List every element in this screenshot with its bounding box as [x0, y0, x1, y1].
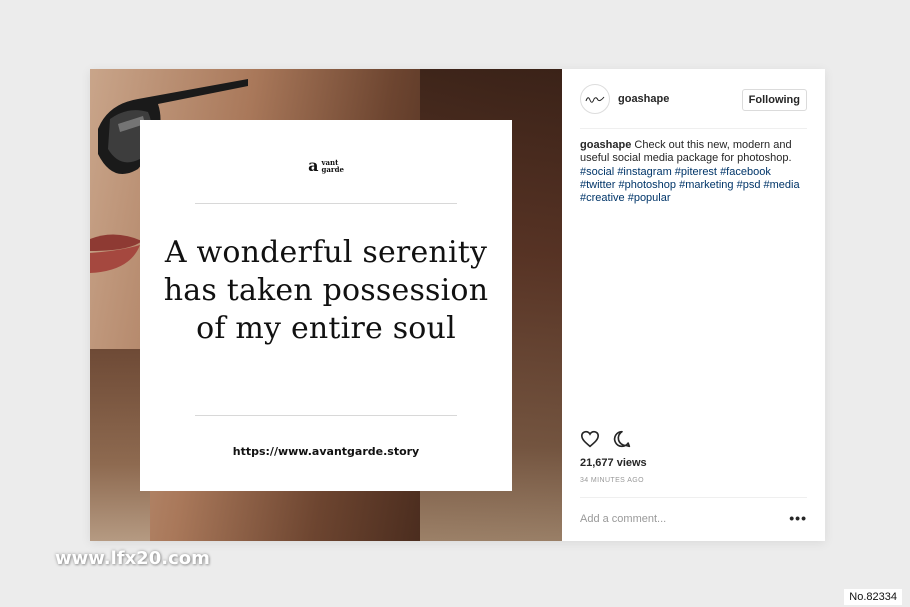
- hashtag[interactable]: #facebook: [720, 166, 771, 178]
- brand-logo: a vant garde: [140, 156, 512, 175]
- website-url: https://www.avantgarde.story: [232, 445, 420, 458]
- action-bar: [580, 430, 632, 448]
- hashtag[interactable]: #instagram: [617, 166, 671, 178]
- add-comment-input[interactable]: [580, 513, 760, 525]
- hashtag[interactable]: #psd: [737, 179, 761, 191]
- divider-bottom: [195, 415, 457, 416]
- post-card: a vant garde A wonderful serenity has ta…: [90, 69, 825, 541]
- hashtag[interactable]: #creative: [580, 192, 625, 204]
- more-dots-icon[interactable]: •••: [789, 510, 807, 526]
- post-caption: goashape Check out this new, modern and …: [580, 139, 808, 205]
- comment-bubble-icon[interactable]: [612, 430, 632, 448]
- post-header: goashape Following: [580, 83, 807, 129]
- following-button[interactable]: Following: [741, 89, 807, 111]
- username[interactable]: goashape: [618, 93, 669, 105]
- item-number-badge: No.82334: [844, 589, 902, 605]
- hashtag[interactable]: #media: [764, 179, 800, 191]
- quote-text: A wonderful serenity has taken possessio…: [163, 235, 489, 346]
- post-timestamp: 34 MINUTES AGO: [580, 477, 644, 484]
- watermark: www.lfx20.com: [55, 548, 210, 569]
- hashtag[interactable]: #piterest: [675, 166, 717, 178]
- hashtag[interactable]: #photoshop: [619, 179, 677, 191]
- signature-logo-icon: [585, 96, 605, 103]
- post-image[interactable]: a vant garde A wonderful serenity has ta…: [90, 69, 562, 541]
- caption-username[interactable]: goashape: [580, 139, 631, 151]
- hashtag[interactable]: #social: [580, 166, 614, 178]
- views-count[interactable]: 21,677 views: [580, 457, 647, 469]
- hashtag[interactable]: #twitter: [580, 179, 615, 191]
- post-sidebar: goashape Following goashape Check out th…: [562, 69, 825, 541]
- hashtag[interactable]: #marketing: [679, 179, 733, 191]
- logo-text: vant garde: [321, 159, 343, 173]
- logo-letter: a: [308, 156, 319, 175]
- quote-card: a vant garde A wonderful serenity has ta…: [140, 120, 512, 491]
- hashtag[interactable]: #popular: [628, 192, 671, 204]
- heart-icon[interactable]: [580, 430, 600, 448]
- divider-top: [195, 203, 457, 204]
- avatar[interactable]: [580, 84, 610, 114]
- comment-bar: •••: [580, 497, 807, 541]
- logo-line-2: garde: [321, 164, 344, 174]
- lips-shape: [90, 234, 142, 273]
